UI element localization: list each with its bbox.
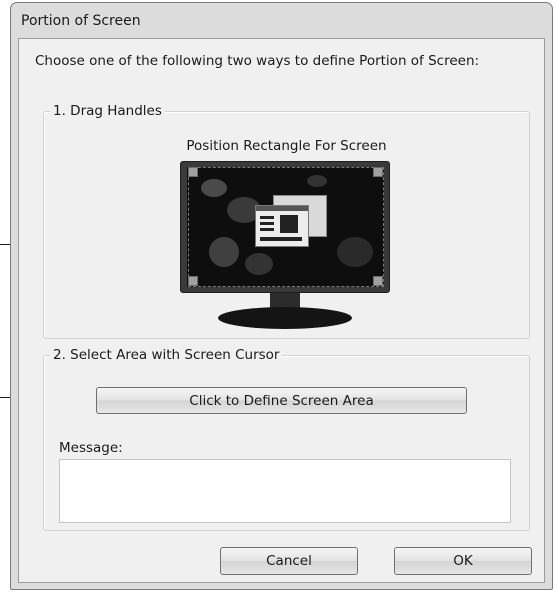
- instructions-text: Choose one of the following two ways to …: [35, 53, 480, 69]
- ok-button[interactable]: OK: [394, 547, 532, 575]
- monitor-preview: [180, 161, 390, 336]
- cancel-button[interactable]: Cancel: [220, 547, 358, 575]
- bottom-left-drag-handle[interactable]: [188, 276, 198, 286]
- dialog-title: Portion of Screen: [21, 13, 141, 29]
- screen-preview[interactable]: [187, 167, 384, 287]
- monitor-bezel: [180, 161, 390, 293]
- bottom-right-drag-handle[interactable]: [373, 276, 383, 286]
- position-rectangle[interactable]: [188, 167, 384, 287]
- preview-caption: Position Rectangle For Screen: [186, 138, 387, 154]
- drag-handles-group: 1. Drag Handles Position Rectangle For S…: [43, 103, 530, 339]
- portion-of-screen-dialog: Portion of Screen Choose one of the foll…: [10, 2, 553, 590]
- title-bar[interactable]: Portion of Screen: [11, 3, 552, 40]
- dialog-content: Choose one of the following two ways to …: [18, 38, 545, 583]
- define-screen-area-button[interactable]: Click to Define Screen Area: [96, 387, 467, 414]
- top-right-drag-handle[interactable]: [373, 167, 383, 177]
- top-left-drag-handle[interactable]: [188, 167, 198, 177]
- select-area-legend: 2. Select Area with Screen Cursor: [50, 347, 283, 363]
- message-field[interactable]: [59, 459, 511, 523]
- message-label: Message:: [59, 440, 123, 456]
- monitor-stand: [218, 307, 352, 329]
- drag-handles-legend: 1. Drag Handles: [50, 103, 165, 119]
